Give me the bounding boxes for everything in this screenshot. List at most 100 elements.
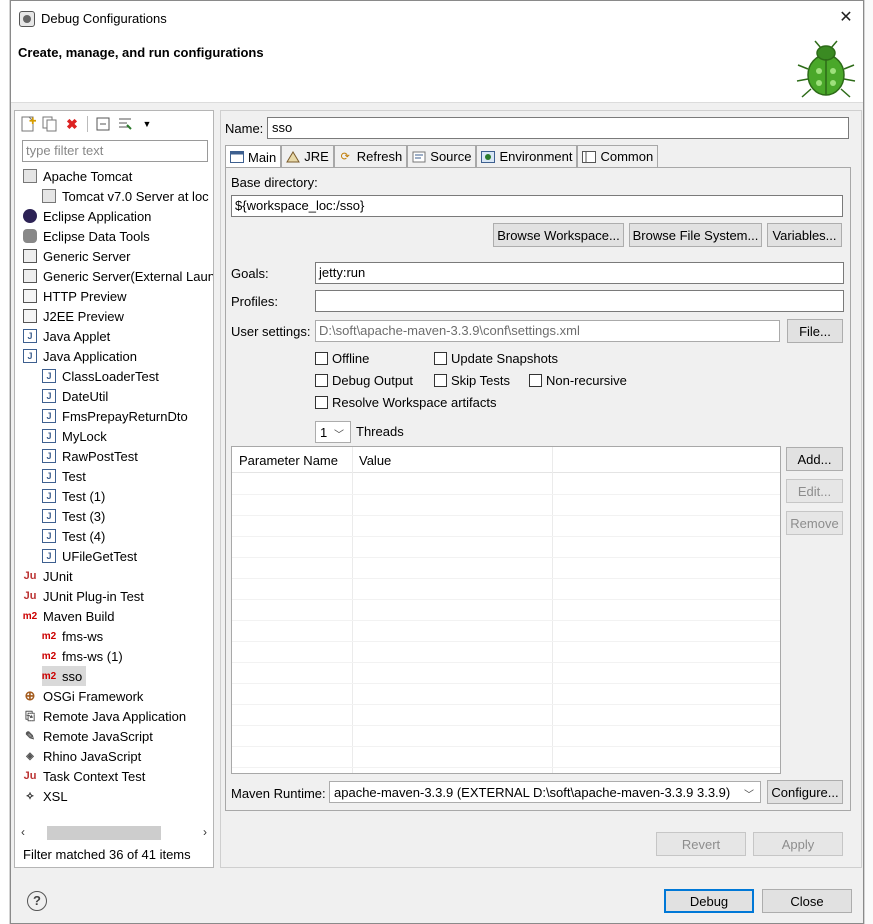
table-row <box>232 704 780 705</box>
maven-icon: m2 <box>41 650 57 662</box>
update-snapshots-checkbox[interactable]: Update Snapshots <box>434 351 558 366</box>
tree-item[interactable]: Eclipse Application <box>23 206 151 226</box>
goals-input[interactable]: jetty:run <box>315 262 844 284</box>
tree-item[interactable]: Generic Server(External Laun <box>23 266 213 286</box>
tree-item[interactable]: Ju JUnit Plug-in Test <box>23 586 144 606</box>
table-row <box>232 557 780 558</box>
skip-tests-checkbox[interactable]: Skip Tests <box>434 373 510 388</box>
remove-parameter-button[interactable]: Remove <box>786 511 843 535</box>
browse-workspace-button[interactable]: Browse Workspace... <box>493 223 624 247</box>
tree-item[interactable]: m2 Maven Build <box>23 606 115 626</box>
tab-jre-label: JRE <box>304 149 329 164</box>
scrollbar-thumb[interactable] <box>47 826 161 840</box>
tree-item[interactable]: J Java Applet <box>23 326 110 346</box>
filter-input[interactable]: type filter text <box>22 140 208 162</box>
maven-runtime-select[interactable]: apache-maven-3.3.9 (EXTERNAL D:\soft\apa… <box>329 781 761 803</box>
variables-button[interactable]: Variables... <box>767 223 842 247</box>
tree-item[interactable]: J Test (3) <box>42 506 105 526</box>
tree-item[interactable]: J Test (1) <box>42 486 105 506</box>
column-value[interactable]: Value <box>359 453 391 468</box>
threads-select[interactable]: 1 ﹀ <box>315 421 351 443</box>
scroll-right-icon[interactable]: › <box>203 825 207 839</box>
tree-item[interactable]: J Test <box>42 466 86 486</box>
tree-item[interactable]: J2EE Preview <box>23 306 124 326</box>
tree-item[interactable]: J ClassLoaderTest <box>42 366 159 386</box>
horizontal-scrollbar[interactable]: ‹ › <box>19 825 209 840</box>
background-editor-right <box>864 0 873 924</box>
tree-item[interactable]: J RawPostTest <box>42 446 138 466</box>
view-menu-chevron-icon[interactable]: ▼ <box>138 115 156 133</box>
tree-item[interactable]: m2 fms-ws <box>42 626 103 646</box>
debug-output-checkbox[interactable]: Debug Output <box>315 373 413 388</box>
tree-item[interactable]: Tomcat v7.0 Server at loc <box>42 186 209 206</box>
collapse-all-icon[interactable] <box>94 115 112 133</box>
java-icon: J <box>23 349 37 363</box>
help-icon[interactable]: ? <box>27 891 47 911</box>
parameters-table[interactable]: Parameter Name Value <box>231 446 781 774</box>
tree-item[interactable]: m2 fms-ws (1) <box>42 646 123 666</box>
tree-item[interactable]: Generic Server <box>23 246 130 266</box>
java-icon: J <box>42 389 56 403</box>
delete-icon[interactable]: ✖ <box>63 115 81 133</box>
tree-item[interactable]: Apache Tomcat <box>23 166 132 186</box>
tree-item-label: JUnit <box>43 568 73 584</box>
table-row <box>232 767 780 768</box>
tab-common[interactable]: Common <box>577 145 659 167</box>
column-parameter-name[interactable]: Parameter Name <box>239 453 338 468</box>
offline-checkbox[interactable]: Offline <box>315 351 369 366</box>
browse-file-system-button[interactable]: Browse File System... <box>629 223 762 247</box>
filter-icon[interactable] <box>116 115 134 133</box>
tree-item[interactable]: J Java Application <box>23 346 137 366</box>
offline-checkbox-box <box>315 352 328 365</box>
chevron-down-icon: ﹀ <box>744 790 754 801</box>
apply-button[interactable]: Apply <box>753 832 843 856</box>
tree-item[interactable]: J Test (4) <box>42 526 105 546</box>
revert-button[interactable]: Revert <box>656 832 746 856</box>
tab-source-label: Source <box>430 149 472 164</box>
debug-button[interactable]: Debug <box>664 889 754 913</box>
tab-main[interactable]: Main <box>225 145 282 168</box>
tab-source[interactable]: Source <box>407 145 477 167</box>
java-icon: J <box>42 409 56 423</box>
table-row <box>232 746 780 747</box>
tab-refresh[interactable]: ⟳ Refresh <box>333 145 408 167</box>
tree-item[interactable]: J UFileGetTest <box>42 546 137 566</box>
tree-item[interactable]: HTTP Preview <box>23 286 127 306</box>
maven-icon: m2 <box>41 670 57 682</box>
base-directory-label: Base directory: <box>231 175 318 190</box>
tree-item[interactable]: Ju JUnit <box>23 566 73 586</box>
tree-item[interactable]: J MyLock <box>42 426 107 446</box>
tree-item-label: J2EE Preview <box>43 308 124 324</box>
user-settings-input[interactable]: D:\soft\apache-maven-3.3.9\conf\settings… <box>315 320 780 342</box>
tree-item[interactable]: ⊕ OSGi Framework <box>23 686 144 706</box>
edit-parameter-button[interactable]: Edit... <box>786 479 843 503</box>
tree-item[interactable]: m2 sso <box>41 666 87 686</box>
tree-item[interactable]: ⎘ Remote Java Application <box>23 706 186 726</box>
tree-item-label: XSL <box>43 788 68 804</box>
scroll-left-icon[interactable]: ‹ <box>21 825 25 839</box>
close-button[interactable]: Close <box>762 889 852 913</box>
duplicate-icon[interactable] <box>41 115 59 133</box>
update-snapshots-label: Update Snapshots <box>451 351 558 366</box>
resolve-workspace-checkbox[interactable]: Resolve Workspace artifacts <box>315 395 497 410</box>
close-icon[interactable]: ✕ <box>835 7 857 29</box>
tree-item[interactable]: ⟡ XSL <box>23 786 68 806</box>
tab-environment[interactable]: Environment <box>476 145 578 167</box>
tree-item[interactable]: Ju Task Context Test <box>23 766 146 786</box>
base-directory-input[interactable]: ${workspace_loc:/sso} <box>231 195 843 217</box>
refresh-tab-icon: ⟳ <box>340 151 350 163</box>
non-recursive-checkbox[interactable]: Non-recursive <box>529 373 627 388</box>
tree-item[interactable]: J DateUtil <box>42 386 108 406</box>
new-configuration-icon[interactable]: ✚ <box>19 115 37 133</box>
configure-button[interactable]: Configure... <box>767 780 843 804</box>
file-button[interactable]: File... <box>787 319 843 343</box>
add-parameter-button[interactable]: Add... <box>786 447 843 471</box>
tree-item[interactable]: ✎ Remote JavaScript <box>23 726 153 746</box>
tree-item[interactable]: ◈ Rhino JavaScript <box>23 746 141 766</box>
profiles-input[interactable] <box>315 290 844 312</box>
tree-item[interactable]: Eclipse Data Tools <box>23 226 150 246</box>
name-input[interactable]: sso <box>267 117 849 139</box>
tree-item-label: Java Applet <box>43 328 111 344</box>
tree-item[interactable]: J FmsPrepayReturnDto <box>42 406 188 426</box>
tab-jre[interactable]: JRE <box>281 145 334 167</box>
